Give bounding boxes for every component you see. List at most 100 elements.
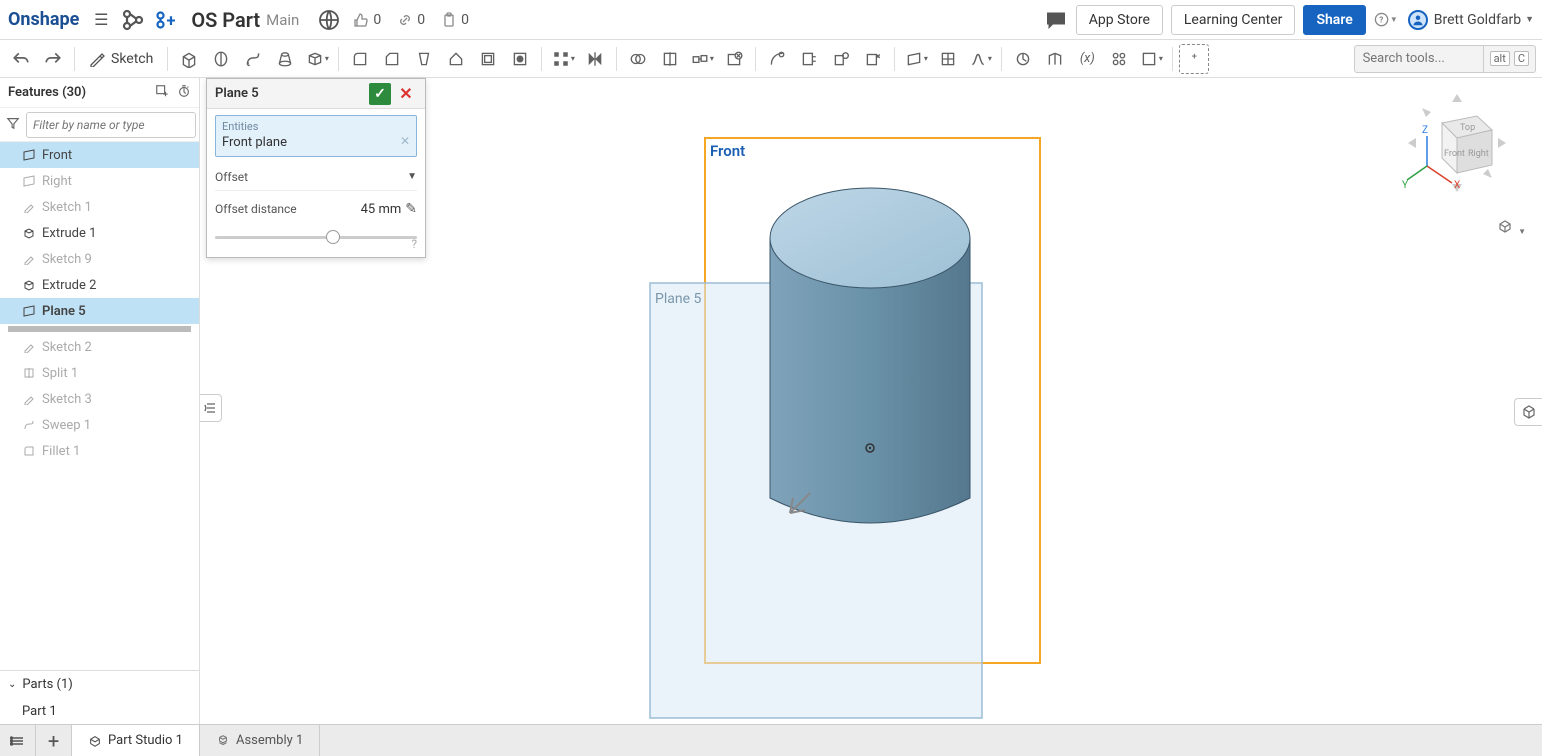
chevron-down-icon: ▼ xyxy=(407,171,417,182)
entities-field[interactable]: Entities Front plane ✕ xyxy=(215,115,417,157)
fillet-tool[interactable] xyxy=(345,44,375,74)
extrude-tool[interactable] xyxy=(174,44,204,74)
feature-sidebar: Features (30) Front Right Sketch 1 Extru… xyxy=(0,78,200,724)
features-header: Features (30) xyxy=(0,78,199,108)
add-tab-icon[interactable]: + xyxy=(36,725,72,756)
plane-icon xyxy=(22,148,36,162)
extrude-icon xyxy=(22,226,36,240)
offset-distance-input[interactable] xyxy=(331,202,401,217)
frame-tool[interactable] xyxy=(1040,44,1070,74)
feature-right[interactable]: Right xyxy=(0,168,199,194)
view-cube[interactable]: Top Front Right Z X Y xyxy=(1402,88,1512,198)
filter-icon[interactable] xyxy=(6,115,20,134)
version-graph-icon[interactable] xyxy=(121,8,145,32)
delete-part-tool[interactable] xyxy=(719,44,749,74)
edit-icon[interactable]: ✎ xyxy=(405,201,417,217)
sheetmetal-tool[interactable] xyxy=(1008,44,1038,74)
redo-button[interactable] xyxy=(38,44,68,74)
shell-tool[interactable] xyxy=(473,44,503,74)
insert-icon[interactable]: + xyxy=(153,8,177,32)
tab-part-studio-1[interactable]: Part Studio 1 xyxy=(72,725,200,756)
link-counter[interactable]: 0 xyxy=(397,12,425,28)
feature-sweep1[interactable]: Sweep 1 xyxy=(0,412,199,438)
helix-tool[interactable] xyxy=(933,44,963,74)
app-logo[interactable]: Onshape xyxy=(8,9,79,30)
feature-sketch2[interactable]: Sketch 2 xyxy=(0,334,199,360)
document-title[interactable]: OS Part xyxy=(191,8,260,32)
workspace-name[interactable]: Main xyxy=(266,11,299,29)
entities-label: Entities xyxy=(222,120,410,133)
feature-sketch3[interactable]: Sketch 3 xyxy=(0,386,199,412)
hole-tool[interactable] xyxy=(505,44,535,74)
plane-type-select[interactable]: Offset ▼ xyxy=(215,163,417,191)
sketch-button[interactable]: Sketch xyxy=(81,44,161,74)
svg-text:+: + xyxy=(167,12,176,31)
loft-tool[interactable] xyxy=(270,44,300,74)
feature-sketch9[interactable]: Sketch 9 xyxy=(0,246,199,272)
feature-toolbar: Sketch ▾ ▾ ▾ ▾ ▾ (x) ▾ ⁺ altC xyxy=(0,40,1542,78)
feature-fillet1[interactable]: Fillet 1 xyxy=(0,438,199,464)
move-face-tool[interactable] xyxy=(794,44,824,74)
feature-front[interactable]: Front xyxy=(0,142,199,168)
app-store-button[interactable]: App Store xyxy=(1076,5,1163,35)
feature-filter-input[interactable] xyxy=(26,112,196,138)
mirror-tool[interactable] xyxy=(580,44,610,74)
thicken-tool[interactable]: ▾ xyxy=(302,44,332,74)
offset-distance-row: Offset distance ✎ xyxy=(215,195,417,223)
part-item[interactable]: Part 1 xyxy=(0,698,199,724)
modify-fillet-tool[interactable] xyxy=(762,44,792,74)
share-button[interactable]: Share xyxy=(1303,5,1365,35)
display-mode-dropdown[interactable]: ▼ xyxy=(1497,218,1526,238)
tab-manager-icon[interactable] xyxy=(0,725,36,756)
like-counter[interactable]: 0 xyxy=(353,12,381,28)
undo-button[interactable] xyxy=(6,44,36,74)
add-feature-icon[interactable] xyxy=(155,84,169,102)
curve-tool[interactable]: ▾ xyxy=(965,44,995,74)
dialog-help-icon[interactable]: ? xyxy=(411,237,417,251)
variable-tool[interactable]: (x) xyxy=(1072,44,1102,74)
clear-entity-icon[interactable]: ✕ xyxy=(400,134,410,148)
help-icon[interactable]: ? ▼ xyxy=(1374,8,1398,32)
draft-tool[interactable] xyxy=(409,44,439,74)
comments-icon[interactable] xyxy=(1044,8,1068,32)
feature-extrude1[interactable]: Extrude 1 xyxy=(0,220,199,246)
dialog-confirm-button[interactable]: ✓ xyxy=(369,83,391,105)
boolean-tool[interactable] xyxy=(623,44,653,74)
dialog-header[interactable]: Plane 5 ✓ ✕ xyxy=(207,79,425,109)
tab-assembly-1[interactable]: Assembly 1 xyxy=(200,725,320,756)
stopwatch-icon[interactable] xyxy=(177,84,191,102)
plane-tool[interactable]: ▾ xyxy=(901,44,931,74)
replace-face-tool[interactable] xyxy=(826,44,856,74)
parts-header[interactable]: ⌄ Parts (1) xyxy=(0,670,199,698)
transform-tool[interactable]: ▾ xyxy=(687,44,717,74)
sweep-tool[interactable] xyxy=(238,44,268,74)
import-tool[interactable]: ▾ xyxy=(1136,44,1166,74)
sketch-icon xyxy=(22,392,36,406)
tool-search-input[interactable] xyxy=(1354,45,1484,73)
feature-list[interactable]: Front Right Sketch 1 Extrude 1 Sketch 9 … xyxy=(0,142,199,670)
delete-face-tool[interactable] xyxy=(858,44,888,74)
learning-center-button[interactable]: Learning Center xyxy=(1171,5,1296,35)
chamfer-tool[interactable] xyxy=(377,44,407,74)
config-tool[interactable] xyxy=(1104,44,1134,74)
right-panel-toggle-icon[interactable] xyxy=(1514,398,1542,426)
offset-slider[interactable] xyxy=(215,227,417,247)
revolve-tool[interactable] xyxy=(206,44,236,74)
menu-icon[interactable]: ☰ xyxy=(89,8,113,32)
clipboard-counter[interactable]: 0 xyxy=(441,12,469,28)
feature-extrude2[interactable]: Extrude 2 xyxy=(0,272,199,298)
feature-sketch1[interactable]: Sketch 1 xyxy=(0,194,199,220)
dialog-cancel-button[interactable]: ✕ xyxy=(395,83,417,105)
user-menu[interactable]: Brett Goldfarb ▼ xyxy=(1408,10,1534,30)
rollback-bar[interactable] xyxy=(8,326,191,332)
split-tool[interactable] xyxy=(655,44,685,74)
extrude-icon xyxy=(22,278,36,292)
globe-icon[interactable] xyxy=(317,8,341,32)
feature-split1[interactable]: Split 1 xyxy=(0,360,199,386)
tool-search: altC xyxy=(1354,45,1536,73)
clip-count: 0 xyxy=(461,12,469,28)
feature-plane5[interactable]: Plane 5 xyxy=(0,298,199,324)
select-tool[interactable]: ⁺ xyxy=(1179,44,1209,74)
rib-tool[interactable] xyxy=(441,44,471,74)
pattern-tool[interactable]: ▾ xyxy=(548,44,578,74)
